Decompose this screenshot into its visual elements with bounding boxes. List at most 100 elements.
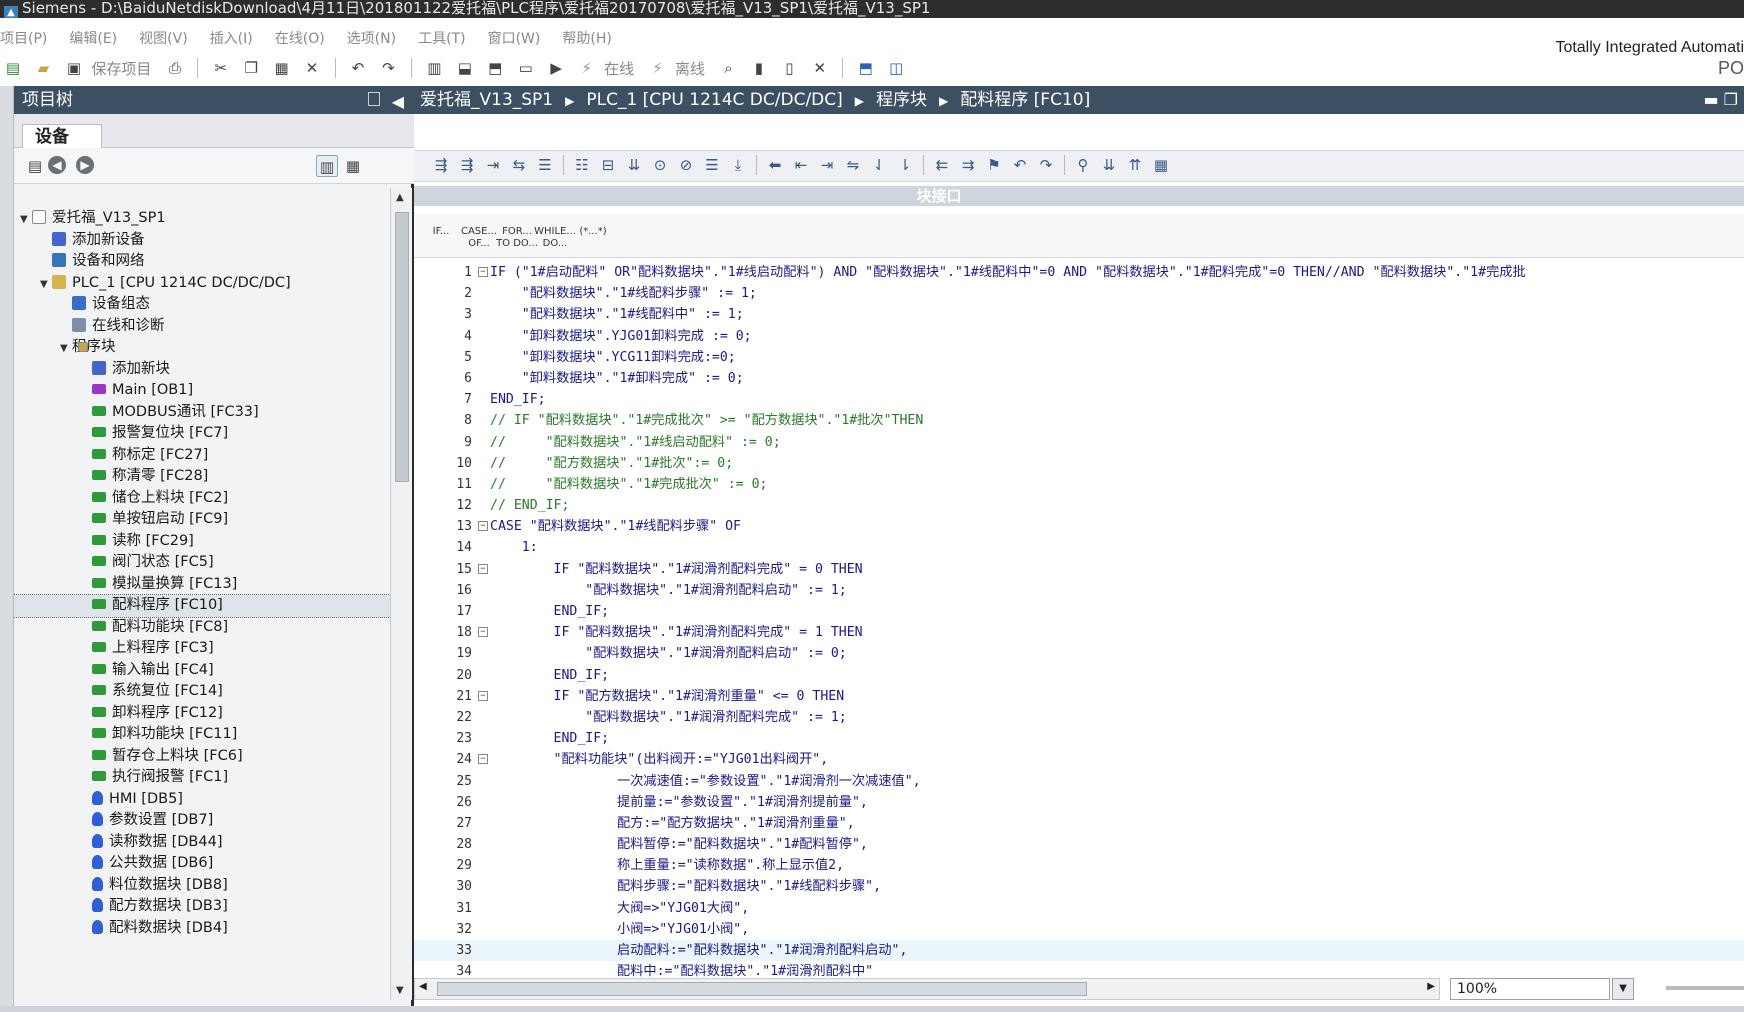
redo-icon[interactable]: ↷: [377, 57, 399, 79]
code-line[interactable]: 31 大阀=>"YJG01大阀",: [414, 898, 1744, 919]
start-cpu-icon[interactable]: ▮: [748, 57, 770, 79]
pin-icon[interactable]: [368, 92, 380, 106]
split-horizontal-icon[interactable]: ⬒: [855, 57, 877, 79]
scl-code-editor[interactable]: 1− IF ("1#启动配料" OR"配料数据块"."1#线启动配料") AND …: [414, 262, 1744, 978]
code-line[interactable]: 11 // "配料数据块"."1#完成批次" := 0;: [414, 474, 1744, 495]
code-line[interactable]: 3 "配料数据块"."1#线配料中" := 1;: [414, 304, 1744, 325]
code-line[interactable]: 7 END_IF;: [414, 389, 1744, 410]
tree-item[interactable]: 卸料程序 [FC12]: [14, 703, 390, 725]
tree-item[interactable]: 卸料功能块 [FC11]: [14, 724, 390, 746]
code-line[interactable]: 13− CASE "配料数据块"."1#线配料步骤" OF: [414, 516, 1744, 537]
expand-all-icon[interactable]: ⇊: [1098, 154, 1120, 176]
code-line[interactable]: 18− IF "配料数据块"."1#润滑剂配料完成" = 1 THEN: [414, 622, 1744, 643]
expand-toggle-icon[interactable]: ▼: [40, 274, 52, 296]
fold-toggle-icon[interactable]: −: [478, 267, 488, 277]
watch-table-icon[interactable]: ⊟: [597, 154, 619, 176]
new-project-icon[interactable]: ▤: [2, 57, 24, 79]
menu-item[interactable]: 窗口(W): [488, 26, 541, 52]
tree-item[interactable]: Main [OB1]: [14, 380, 390, 402]
go-offline-icon[interactable]: ⚡: [647, 57, 669, 79]
tree-item[interactable]: 称标定 [FC27]: [14, 445, 390, 467]
menu-item[interactable]: 插入(I): [210, 26, 253, 52]
code-line[interactable]: 10 // "配方数据块"."1#批次":= 0;: [414, 453, 1744, 474]
breadcrumb-item[interactable]: PLC_1 [CPU 1214C DC/DC/DC]: [586, 90, 842, 110]
start-cpu-icon[interactable]: ▶: [545, 57, 567, 79]
project-tree-scrollbar[interactable]: ▲ ▼: [390, 188, 412, 1000]
tree-item[interactable]: 阀门状态 [FC5]: [14, 552, 390, 574]
tree-item[interactable]: ▼ PLC_1 [CPU 1214C DC/DC/DC]: [14, 273, 390, 295]
scrollbar-thumb[interactable]: [437, 982, 1087, 996]
menu-item[interactable]: 选项(N): [347, 26, 396, 52]
indent-left-icon[interactable]: ⇇: [931, 154, 953, 176]
delete-icon[interactable]: ✕: [301, 57, 323, 79]
tree-item[interactable]: 读称 [FC29]: [14, 531, 390, 553]
tree-item[interactable]: 公共数据 [DB6]: [14, 853, 390, 875]
menu-item[interactable]: 工具(T): [418, 26, 465, 52]
zoom-slider[interactable]: [1666, 986, 1744, 990]
settings-icon[interactable]: ▦: [1150, 154, 1172, 176]
tree-item[interactable]: 储仓上料块 [FC2]: [14, 488, 390, 510]
code-line[interactable]: 22 "配料数据块"."1#润滑剂配料完成" := 1;: [414, 707, 1744, 728]
block-fav-icon[interactable]: ⇊: [623, 154, 645, 176]
insert-network-icon[interactable]: ⇶: [430, 154, 452, 176]
fold-toggle-icon[interactable]: −: [478, 563, 488, 574]
menu-item[interactable]: 在线(O): [275, 26, 325, 52]
code-line[interactable]: 30 配料步骤:="配料数据块"."1#线配料步骤",: [414, 876, 1744, 897]
indent-icon[interactable]: ☰: [534, 154, 556, 176]
go-next-icon[interactable]: ↷: [1035, 154, 1057, 176]
snippet-button[interactable]: WHILE... DO...: [534, 226, 576, 250]
tree-item[interactable]: 配料数据块 [DB4]: [14, 918, 390, 940]
code-line[interactable]: 23 END_IF;: [414, 728, 1744, 749]
code-line[interactable]: 5 "卸料数据块".YCG11卸料完成:=0;: [414, 347, 1744, 368]
menu-item[interactable]: 视图(V): [139, 26, 188, 52]
tab-devices[interactable]: 设备: [22, 124, 102, 148]
tree-item[interactable]: 暂存仓上料块 [FC6]: [14, 746, 390, 768]
monitor-icon[interactable]: ⇥: [482, 154, 504, 176]
code-line[interactable]: 20 END_IF;: [414, 665, 1744, 686]
code-line[interactable]: 19 "配料数据块"."1#润滑剂配料启动" := 0;: [414, 643, 1744, 664]
tree-item[interactable]: 配料程序 [FC10]: [14, 594, 390, 618]
indent-right-icon[interactable]: ⇉: [957, 154, 979, 176]
open-project-icon[interactable]: ▰: [32, 57, 54, 79]
clear-breakpoint-icon[interactable]: ⊘: [675, 154, 697, 176]
link-icon[interactable]: ⚲: [1072, 154, 1094, 176]
absolute-operands-icon[interactable]: ⇆: [508, 154, 530, 176]
scroll-down-icon[interactable]: ▼: [396, 985, 404, 996]
tree-settings-icon[interactable]: ▦: [342, 155, 364, 177]
save-project-button[interactable]: 保存项目: [91, 58, 151, 79]
expand-toggle-icon[interactable]: ▼: [60, 338, 72, 360]
fold-toggle-icon[interactable]: −: [478, 521, 488, 532]
zoom-select[interactable]: 100%: [1450, 978, 1610, 1000]
syntax-icon[interactable]: ⚑: [983, 154, 1005, 176]
prev-error-icon[interactable]: ⇤: [790, 154, 812, 176]
tree-item[interactable]: 上料程序 [FC3]: [14, 638, 390, 660]
breadcrumb-item[interactable]: 程序块: [876, 90, 927, 110]
fold-toggle-icon[interactable]: −: [478, 627, 488, 638]
download-icon[interactable]: ⬓: [454, 57, 476, 79]
code-line[interactable]: 29 称上重量:="读称数据".称上显示值2,: [414, 855, 1744, 876]
tree-item[interactable]: 读称数据 [DB44]: [14, 832, 390, 854]
tree-item[interactable]: 配方数据块 [DB3]: [14, 896, 390, 918]
tree-item[interactable]: 单按钮启动 [FC9]: [14, 509, 390, 531]
snippet-button[interactable]: IF...: [420, 226, 462, 238]
collapse-panel-icon[interactable]: ◀: [392, 88, 404, 116]
code-line[interactable]: 1− IF ("1#启动配料" OR"配料数据块"."1#线启动配料") AND …: [414, 262, 1744, 283]
code-line[interactable]: 17 END_IF;: [414, 601, 1744, 622]
editor-horizontal-scrollbar[interactable]: ◀ ▶: [414, 978, 1440, 1000]
delete-network-icon[interactable]: ⇶: [456, 154, 478, 176]
chevron-down-icon[interactable]: ▼: [1612, 978, 1634, 1000]
save-icon[interactable]: ▣: [63, 57, 85, 79]
goto-icon[interactable]: ⬅: [764, 154, 786, 176]
go-offline-button[interactable]: 离线: [675, 58, 705, 79]
stop-cpu-icon[interactable]: ▯: [778, 57, 800, 79]
simulation-icon[interactable]: ▭: [515, 57, 537, 79]
step-icon[interactable]: ⤓: [727, 154, 749, 176]
copy-icon[interactable]: ❐: [240, 57, 262, 79]
tree-item[interactable]: 添加新块: [14, 359, 390, 381]
code-line[interactable]: 4 "卸料数据块".YJG01卸料完成 := 0;: [414, 326, 1744, 347]
code-line[interactable]: 27 配方:="配方数据块"."1#润滑剂重量",: [414, 813, 1744, 834]
tree-item[interactable]: 报警复位块 [FC7]: [14, 423, 390, 445]
menu-item[interactable]: 编辑(E): [69, 26, 117, 52]
code-line[interactable]: 26 提前量:="参数设置"."1#润滑剂提前量",: [414, 792, 1744, 813]
cut-icon[interactable]: ✂: [210, 57, 232, 79]
